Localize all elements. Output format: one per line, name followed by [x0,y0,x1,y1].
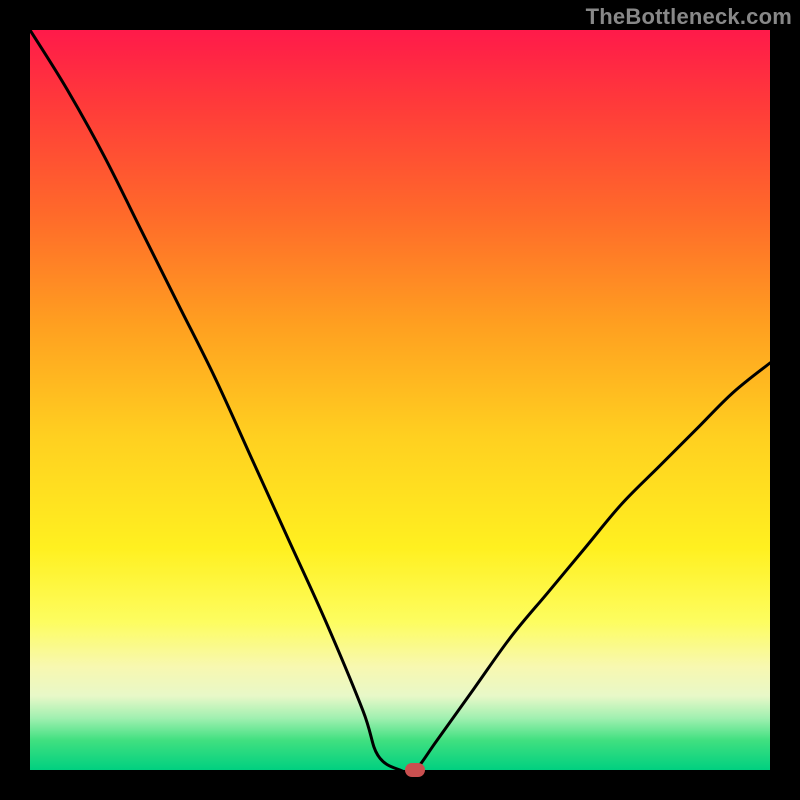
bottleneck-curve [30,30,770,770]
optimum-marker [405,763,425,777]
chart-container: TheBottleneck.com [0,0,800,800]
plot-area [30,30,770,770]
attribution-text: TheBottleneck.com [586,4,792,30]
